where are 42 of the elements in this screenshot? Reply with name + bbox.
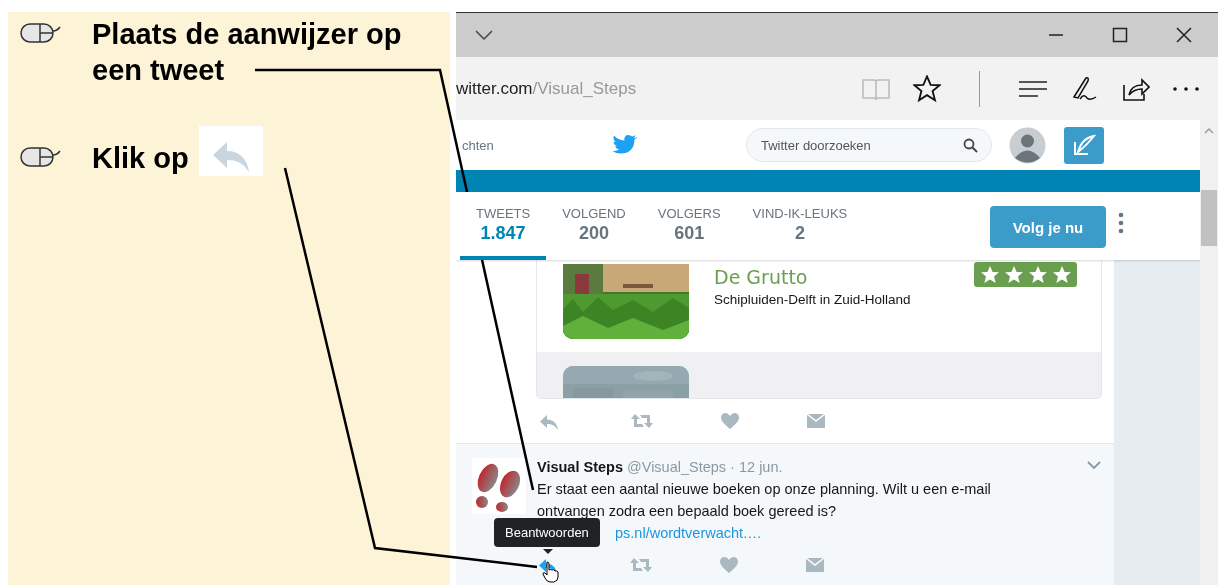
star-icon xyxy=(979,264,1000,285)
tweet-text: Er staat een aantal nieuwe boeken op onze planning. Wilt u een e-mail ontvangen zodra een bepaald boek gereed is? xyxy=(537,480,992,521)
maximize-icon[interactable] xyxy=(1112,27,1128,43)
scroll-up-icon[interactable] xyxy=(1203,126,1215,136)
chevron-down-icon[interactable] xyxy=(474,29,494,41)
instruction-text: Klik op xyxy=(92,141,189,176)
stat-tab[interactable]: VIND-IK-LEUKS 2 xyxy=(736,192,864,260)
author-name[interactable]: Visual Steps xyxy=(537,459,623,475)
mouse-icon xyxy=(20,146,62,168)
tweet-link[interactable]: ps.nl/wordtverwacht.… xyxy=(615,525,762,541)
footprints-icon xyxy=(472,458,526,514)
tweet-meta: @Visual_Steps · 12 jun. xyxy=(627,459,783,475)
star-outline-icon[interactable] xyxy=(913,74,941,103)
avatar-icon[interactable] xyxy=(1009,126,1046,164)
star-icon xyxy=(1003,264,1024,285)
tooltip-pointer-icon xyxy=(543,549,553,554)
feather-icon xyxy=(1072,134,1096,156)
more-icon[interactable] xyxy=(1172,85,1200,92)
stat-tab[interactable]: VOLGERS 601 xyxy=(641,192,737,260)
close-icon[interactable] xyxy=(1176,27,1192,43)
pen-icon[interactable] xyxy=(1070,74,1098,103)
chevron-down-icon[interactable] xyxy=(1086,460,1102,470)
search-icon[interactable] xyxy=(963,138,978,153)
nav-link[interactable]: chten xyxy=(456,137,612,153)
star-icon xyxy=(1051,264,1072,285)
tooltip: Beantwoorden xyxy=(494,518,600,547)
compose-button[interactable] xyxy=(1064,126,1104,164)
place-location: Schipluiden-Delft in Zuid-Holland xyxy=(714,292,911,307)
lines-icon[interactable] xyxy=(1018,78,1048,99)
scrollbar-thumb[interactable] xyxy=(1201,190,1217,246)
star-icon xyxy=(1027,264,1048,285)
reply-icon xyxy=(198,126,263,176)
place-title[interactable]: De Grutto xyxy=(714,266,911,288)
search-field[interactable]: Twitter doorzoeken xyxy=(746,128,992,162)
follow-button[interactable]: Volg je nu xyxy=(990,206,1106,248)
kebab-menu-icon[interactable] xyxy=(1118,212,1124,234)
place-card[interactable]: De Grutto Schipluiden-Delft in Zuid-Holland xyxy=(536,260,1102,399)
stat-tab[interactable]: VOLGEND 200 xyxy=(546,192,642,260)
address-field[interactable]: witter.com/Visual_Steps xyxy=(456,78,637,99)
mouse-icon xyxy=(20,22,62,44)
instruction-text: Plaats de aanwijzer op een tweet xyxy=(92,17,403,88)
bird-icon[interactable] xyxy=(612,134,638,156)
